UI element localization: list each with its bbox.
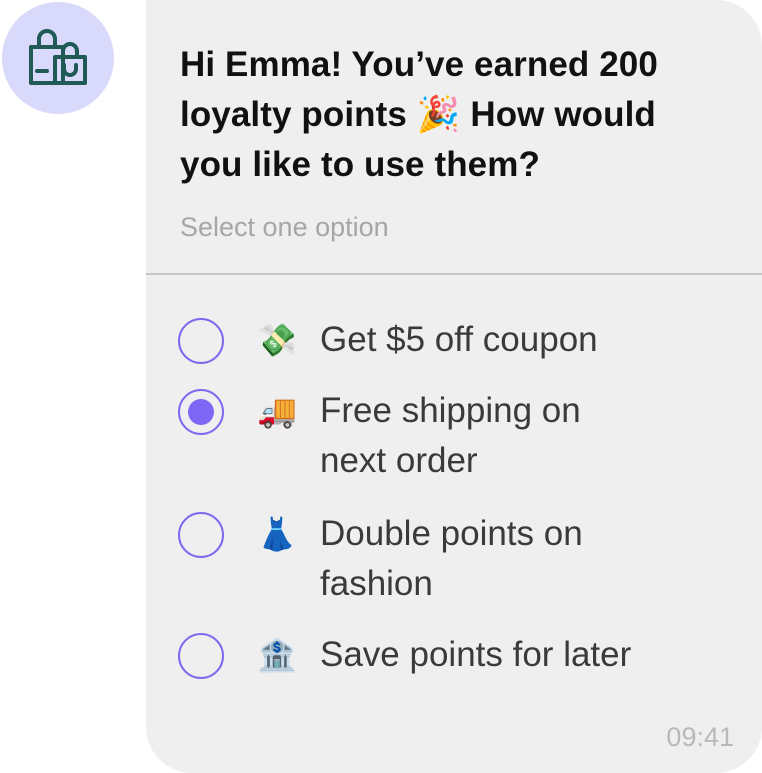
option-save-points[interactable]: 🏦 Save points for later [178,632,700,680]
message-title: Hi Emma! You’ve earned 200 loyalty point… [180,45,658,184]
radio-button[interactable] [178,633,224,679]
avatar [2,2,114,114]
option-free-shipping[interactable]: 🚚 Free shipping on next order [178,388,640,486]
option-label: Free shipping on next order [320,391,581,480]
option-double-points[interactable]: 👗 Double points on fashion [178,511,640,609]
option-label: Double points on fashion [320,514,583,603]
radio-button[interactable] [178,318,224,364]
option-label: Save points for later [320,635,632,674]
message-timestamp: 09:41 [666,722,734,752]
selection-hint: Select one option [180,212,389,242]
delivery-truck-icon: 🚚 [257,393,297,429]
bank-icon: 🏦 [257,637,297,673]
message-bubble: Hi Emma! You’ve earned 200 loyalty point… [146,0,762,773]
money-with-wings-icon: 💸 [257,322,297,358]
message-header: Hi Emma! You’ve earned 200 loyalty point… [146,0,762,275]
shopping-bags-icon [29,29,87,85]
option-coupon[interactable]: 💸 Get $5 off coupon [178,317,700,365]
radio-button[interactable] [178,512,224,558]
radio-button-selected[interactable] [178,389,224,435]
dress-icon: 👗 [257,516,297,552]
radio-selected-dot [188,399,214,425]
option-label: Get $5 off coupon [320,320,598,359]
